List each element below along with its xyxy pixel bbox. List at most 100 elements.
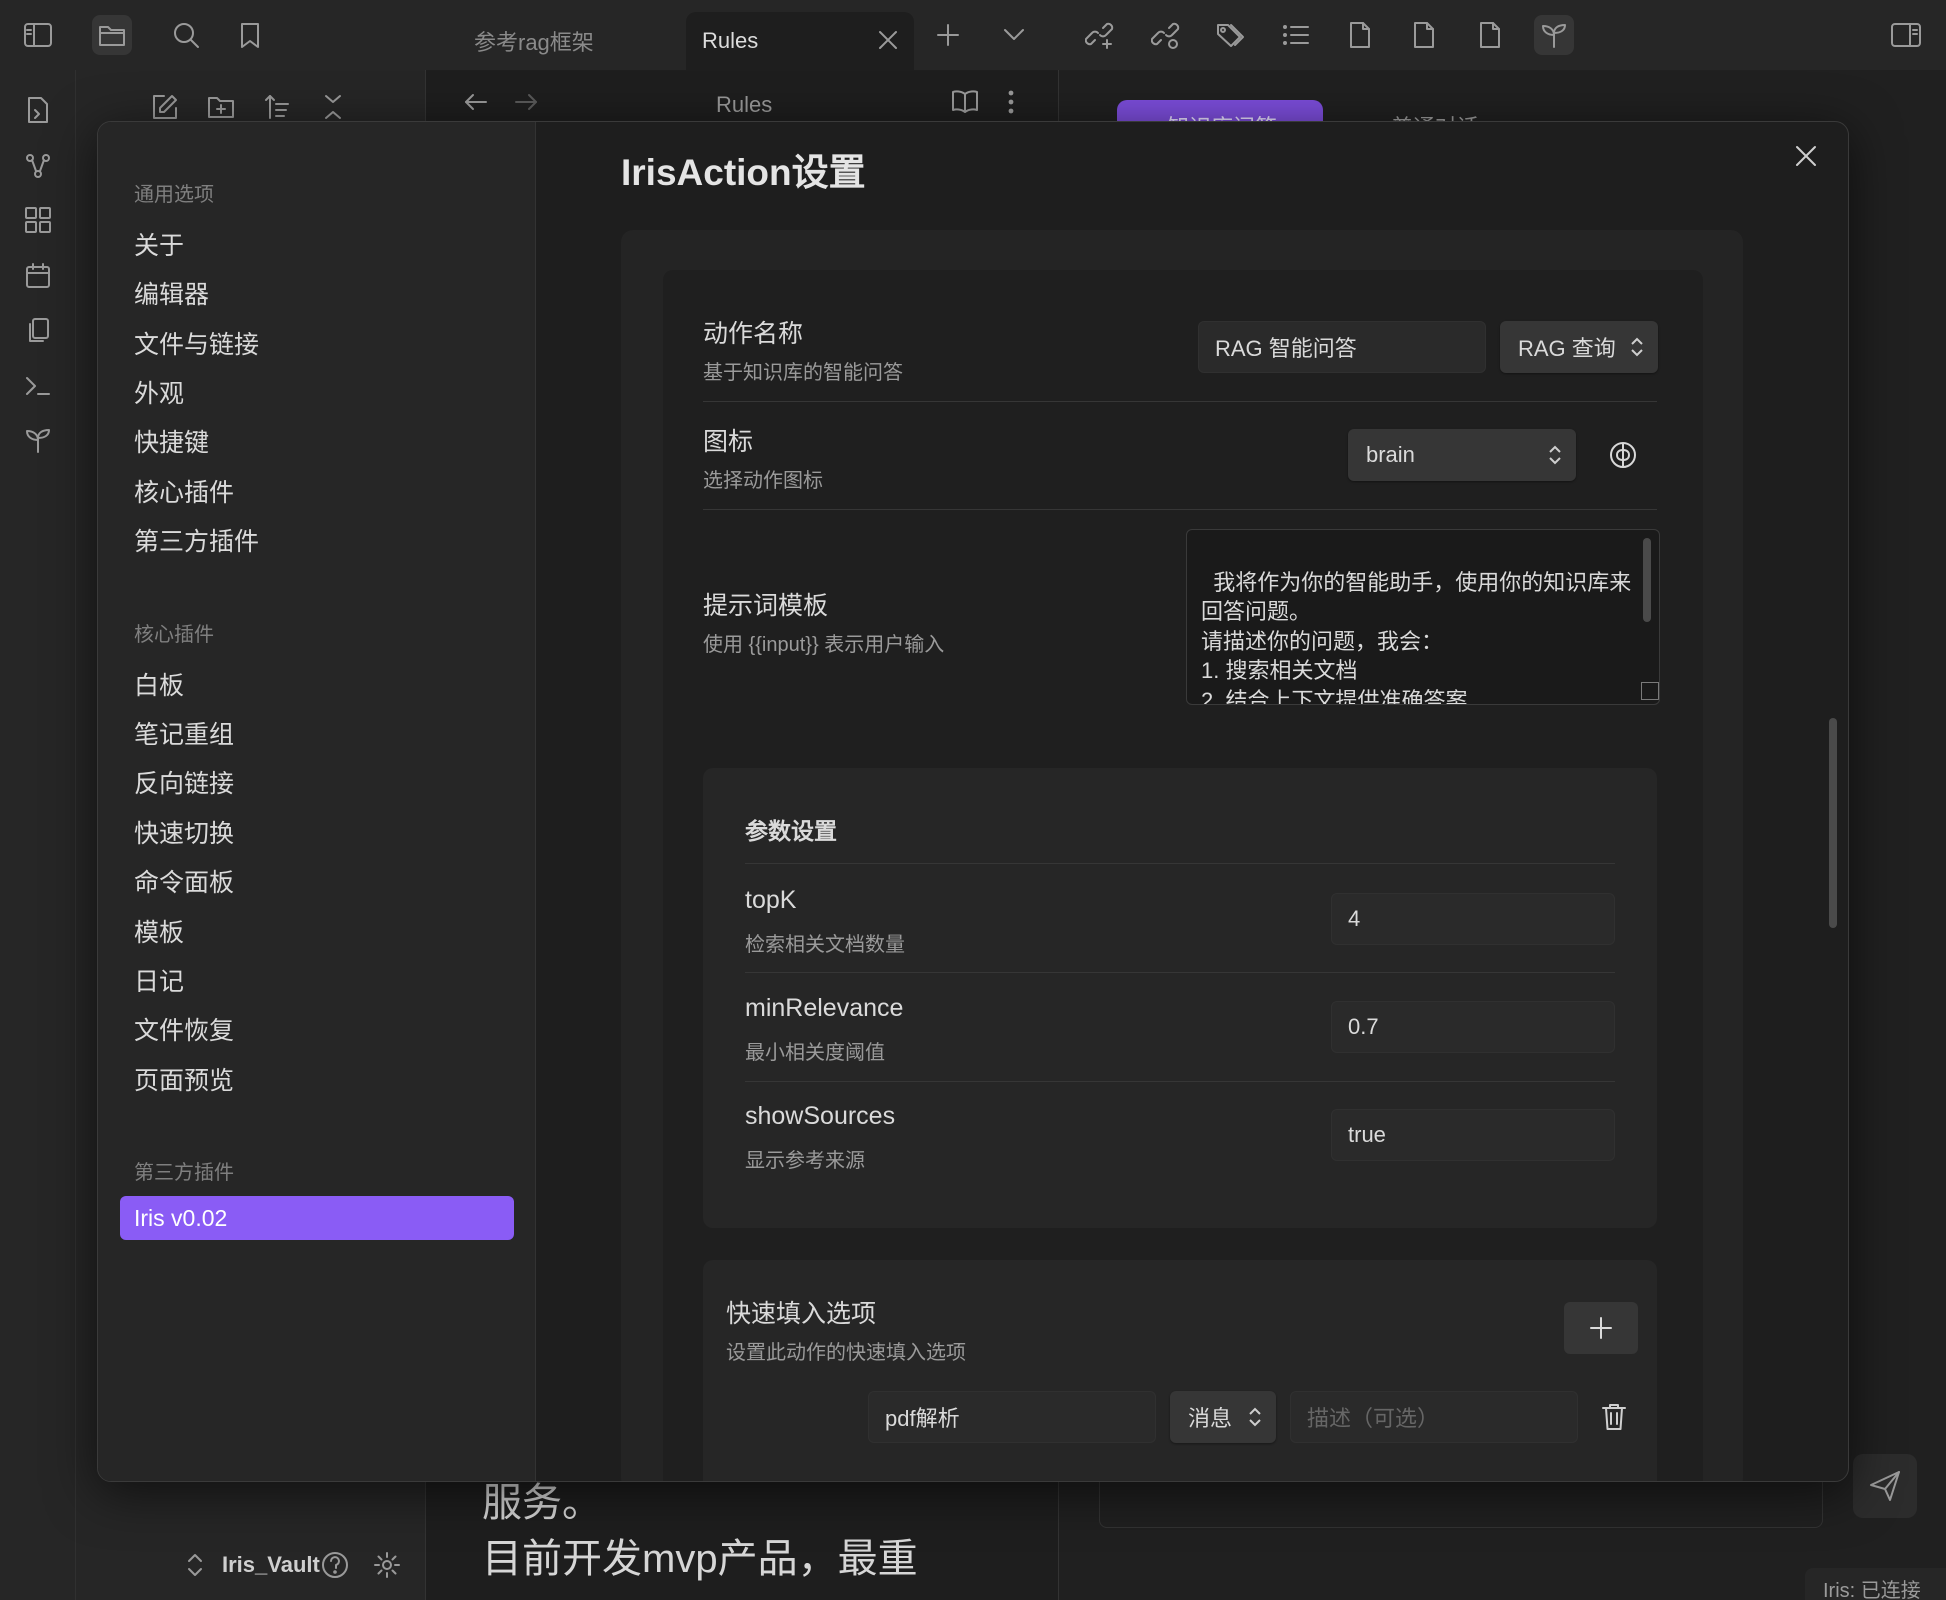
chevron-down-icon[interactable] [994,15,1034,55]
file-icon[interactable] [1404,15,1444,55]
open-quick-switcher-icon[interactable] [18,90,58,130]
nav-item-daily-notes[interactable]: 日记 [134,962,184,998]
tags-icon[interactable] [1210,15,1250,55]
more-options-icon[interactable] [1006,88,1016,116]
param-showsources-input[interactable]: true [1331,1109,1615,1161]
sprout-icon[interactable] [18,420,58,460]
input-value: 0.7 [1348,1014,1379,1039]
prompt-template-textarea[interactable]: 我将作为你的智能助手，使用你的知识库来回答问题。 请描述你的问题，我会： 1. … [1186,529,1660,705]
graph-view-icon[interactable] [18,146,58,186]
divider [745,972,1615,973]
folder-icon[interactable] [92,15,132,55]
brain-icon [1608,440,1638,470]
divider [745,863,1615,864]
nav-item-page-preview[interactable]: 页面预览 [134,1061,234,1097]
terminal-icon[interactable] [18,366,58,406]
forward-arrow-icon[interactable] [512,90,540,114]
settings-modal: 通用选项 关于 编辑器 文件与链接 外观 快捷键 核心插件 第三方插件 核心插件… [97,121,1849,1482]
link-sync-icon[interactable] [1146,15,1186,55]
search-icon[interactable] [166,15,206,55]
sprout-icon[interactable] [1534,15,1574,55]
scrollbar[interactable] [1829,718,1837,928]
input-placeholder: 描述（可选） [1307,1406,1440,1431]
chevron-updown-icon [1549,445,1561,465]
nav-group-heading: 核心插件 [134,624,214,646]
nav-item-files-links[interactable]: 文件与链接 [134,325,259,361]
send-button[interactable] [1853,1454,1917,1518]
nav-item-command-palette[interactable]: 命令面板 [134,863,234,899]
page-title: IrisAction设置 [621,152,866,193]
collapse-all-icon[interactable] [318,92,348,122]
icon-dropdown[interactable]: brain [1348,429,1576,481]
nav-group-heading: 通用选项 [134,184,214,206]
dropdown-value: brain [1366,442,1415,467]
param-topk-input[interactable]: 4 [1331,893,1615,945]
nav-item-backlinks[interactable]: 反向链接 [134,764,234,800]
nav-item-hotkeys[interactable]: 快捷键 [134,423,209,459]
nav-item-editor[interactable]: 编辑器 [134,275,209,311]
close-button[interactable] [1786,136,1826,176]
nav-item-note-composer[interactable]: 笔记重组 [134,715,234,751]
new-folder-icon[interactable] [206,92,236,122]
divider [703,509,1657,510]
nav-item-templates[interactable]: 模板 [134,913,184,949]
bookmark-icon[interactable] [230,15,270,55]
tab-label: Rules [702,28,759,53]
section-heading: 参数设置 [745,818,837,844]
action-name-input[interactable]: RAG 智能问答 [1198,321,1486,373]
settings-sidebar: 通用选项 关于 编辑器 文件与链接 外观 快捷键 核心插件 第三方插件 核心插件… [98,122,536,1481]
action-type-dropdown[interactable]: RAG 查询 [1500,321,1658,373]
divider [703,401,1657,402]
vault-name[interactable]: Iris_Vault [222,1552,320,1578]
section-description: 设置此动作的快速填入选项 [726,1342,966,1364]
quickfill-name-input[interactable]: pdf解析 [868,1391,1156,1443]
help-icon[interactable] [320,1550,350,1580]
param-minrelevance-input[interactable]: 0.7 [1331,1001,1615,1053]
setting-description: 选择动作图标 [703,470,823,492]
setting-description: 使用 {{input}} 表示用户输入 [703,634,945,656]
plus-icon [1590,1317,1612,1339]
nav-item-core-plugins[interactable]: 核心插件 [134,473,234,509]
nav-item-about[interactable]: 关于 [134,226,184,262]
quickfill-type-dropdown[interactable]: 消息 [1170,1391,1276,1443]
canvas-icon[interactable] [18,200,58,240]
settings-gear-icon[interactable] [372,1550,402,1580]
add-option-button[interactable] [1564,1302,1638,1354]
file-icon[interactable] [1340,15,1380,55]
setting-label: 提示词模板 [703,592,829,620]
nav-item-community-plugins[interactable]: 第三方插件 [134,522,259,558]
resize-handle-icon[interactable] [1641,682,1659,700]
input-value: RAG 智能问答 [1215,336,1357,361]
close-tab-icon[interactable] [876,28,900,52]
quickfill-description-input[interactable]: 描述（可选） [1290,1391,1578,1443]
dropdown-value: RAG 查询 [1518,336,1616,361]
right-sidebar-toggle-icon[interactable] [1886,15,1926,55]
trash-icon[interactable] [1600,1402,1628,1432]
new-tab-icon[interactable] [928,15,968,55]
dropdown-value: 消息 [1188,1406,1233,1431]
nav-item-canvas[interactable]: 白板 [134,666,184,702]
input-value: pdf解析 [885,1406,960,1431]
editor-text-line[interactable]: 目前开发mvp产品，最重 [482,1526,918,1584]
vault-switcher-icon[interactable] [186,1552,204,1578]
link-plus-icon[interactable] [1080,15,1120,55]
file-icon[interactable] [1470,15,1510,55]
copy-icon[interactable] [18,310,58,350]
new-note-icon[interactable] [150,92,180,122]
tab-reference-rag[interactable]: 参考rag框架 [474,12,594,70]
editor-title: Rules [716,92,773,117]
back-arrow-icon[interactable] [462,90,490,114]
list-icon[interactable] [1276,15,1316,55]
sidebar-toggle-icon[interactable] [18,15,58,55]
reading-view-icon[interactable] [950,88,980,116]
send-icon [1870,1471,1900,1501]
nav-item-quick-switcher[interactable]: 快速切换 [134,814,234,850]
tab-rules[interactable]: Rules [686,12,914,70]
nav-item-iris[interactable]: Iris v0.02 [120,1196,514,1240]
textarea-scrollbar[interactable] [1643,538,1651,622]
tab-label: 参考rag框架 [474,30,594,55]
nav-item-appearance[interactable]: 外观 [134,374,184,410]
sort-icon[interactable] [262,92,292,122]
calendar-icon[interactable] [18,256,58,296]
nav-item-file-recovery[interactable]: 文件恢复 [134,1011,234,1047]
